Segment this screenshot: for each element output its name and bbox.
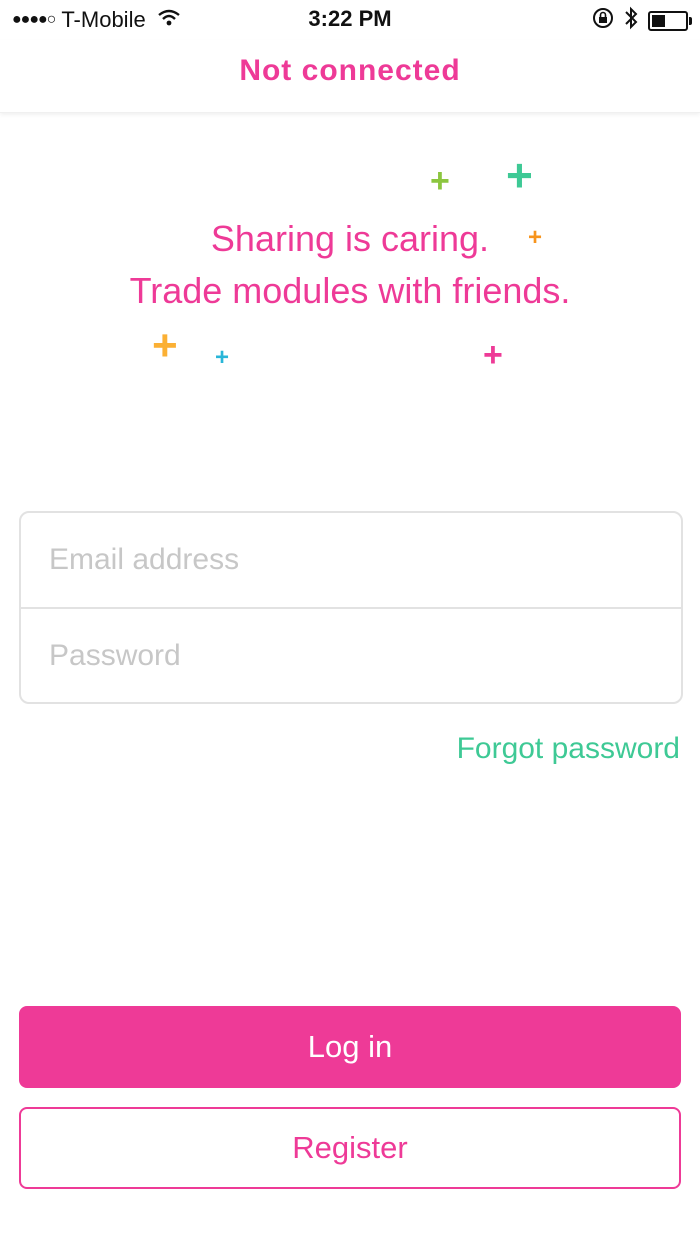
plus-icon: +: [152, 321, 178, 370]
plus-icon: +: [430, 162, 450, 200]
email-field[interactable]: [21, 513, 681, 607]
nav-bar: Not connected: [0, 40, 700, 113]
tagline-line-1: Sharing is caring.: [210, 218, 490, 259]
hero-section: + + + + + + Sharing is caring. Trade mod…: [0, 112, 700, 412]
plus-icon: +: [215, 344, 230, 371]
status-right: [592, 6, 692, 36]
connection-status-title: Not connected: [239, 54, 461, 87]
login-button[interactable]: Log in: [19, 1006, 681, 1088]
status-bar: ●●●●○ T-Mobile 3:22 PM: [0, 0, 700, 40]
forgot-password-link[interactable]: Forgot password: [457, 732, 680, 766]
battery-icon: [648, 11, 692, 31]
orientation-lock-icon: [592, 7, 614, 35]
password-field[interactable]: [21, 609, 681, 702]
plus-icon: +: [506, 149, 533, 201]
bluetooth-icon: [624, 6, 638, 36]
register-button[interactable]: Register: [19, 1107, 681, 1189]
plus-icon: +: [483, 336, 503, 374]
tagline-line-2: Trade modules with friends.: [129, 270, 571, 311]
login-form: [19, 511, 683, 704]
